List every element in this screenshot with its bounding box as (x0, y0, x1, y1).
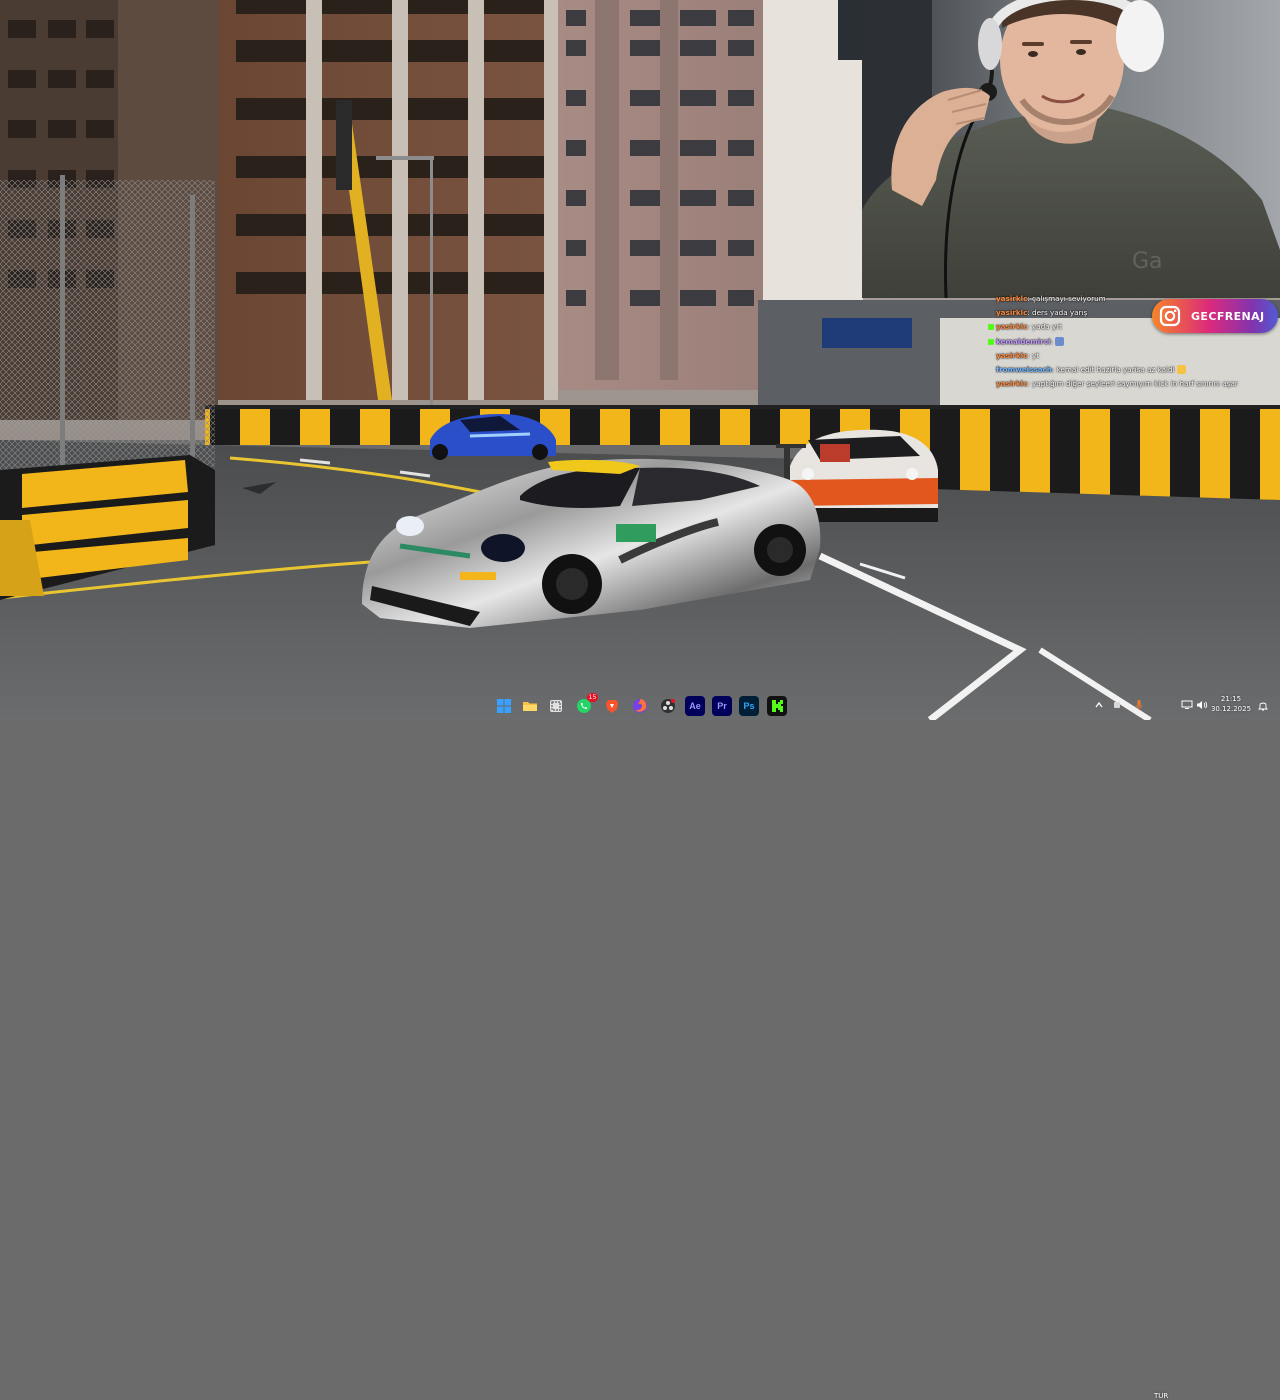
tray-app-icon[interactable] (1110, 698, 1124, 712)
photoshop-button[interactable]: Ps (739, 696, 759, 716)
desktop: Ga yasirklc: çalışmayı seviyorum yasirklc… (0, 0, 1280, 1400)
volume-icon[interactable] (1195, 698, 1209, 712)
chat-message: fromweissach: kemal edit hazirla yarisa … (988, 363, 1258, 377)
chat-message: kemaldemirci: (988, 335, 1258, 349)
obs-icon (661, 699, 675, 713)
instagram-handle-text: GECFRENAJ (1191, 309, 1265, 323)
clock-date: 30.12.2025 (1210, 705, 1252, 713)
chat-username: fromweissach (996, 364, 1052, 374)
chat-message: yasirklc: yt (988, 349, 1258, 363)
network-icon[interactable] (1180, 698, 1194, 712)
chat-username: kemaldemirci (996, 336, 1051, 346)
folder-icon (523, 702, 537, 711)
instagram-icon (1157, 303, 1183, 329)
pr-icon: Pr (717, 701, 727, 711)
chat-username: yasirklc (996, 379, 1028, 389)
chat-text: : kemal edit hazirla yarisa az kaldi (1051, 364, 1175, 374)
smile-emote-icon (1176, 364, 1186, 374)
whatsapp-unread-badge: 15 (587, 693, 598, 702)
firefox-button[interactable] (630, 696, 650, 716)
premiere-button[interactable]: Pr (712, 696, 732, 716)
chat-username: yasirklc (996, 322, 1028, 332)
taskbar-clock[interactable]: 21:15 30.12.2025 (1208, 694, 1254, 714)
clock-time: 21:15 (1220, 695, 1242, 703)
chat-text: : yada yrt (1027, 322, 1062, 332)
ps-icon: Ps (743, 701, 755, 711)
taskbar: 15 Ae Pr Ps TUR (0, 692, 1280, 1400)
chat-badge-icon (988, 324, 994, 331)
instagram-handle-badge: GECFRENAJ (1152, 299, 1278, 333)
chat-text: : (1050, 336, 1053, 346)
ae-icon: Ae (689, 701, 701, 711)
file-explorer-button[interactable] (520, 696, 540, 716)
input-language-indicator[interactable]: TUR (1154, 1392, 1168, 1400)
notification-bell-icon[interactable] (1256, 698, 1270, 712)
streamer-webcam-image: Ga (862, 0, 1280, 298)
start-button[interactable] (494, 696, 514, 716)
chat-username: yasirklc (996, 350, 1028, 360)
snipping-tool-button[interactable] (546, 696, 566, 716)
windows-icon (497, 699, 511, 713)
obs-button[interactable] (658, 696, 678, 716)
frame-emote-icon (1054, 336, 1064, 346)
firefox-icon (633, 699, 647, 713)
whatsapp-button[interactable]: 15 (574, 693, 598, 716)
chat-text: : yt (1027, 350, 1040, 360)
after-effects-button[interactable]: Ae (685, 696, 705, 716)
brave-icon (606, 700, 618, 713)
kick-icon (772, 700, 783, 712)
chat-text: : çalışmayı seviyorum (1027, 294, 1106, 303)
tray-overflow-chevron-icon[interactable] (1092, 698, 1106, 712)
chat-badge-icon (988, 338, 994, 345)
chat-username: yasirklc (996, 308, 1028, 318)
webcam-overlay: Ga (862, 0, 1280, 298)
chat-text: : yaptığım diğer şeyleeri saymıyım kick … (1027, 379, 1238, 389)
snip-icon (550, 700, 562, 712)
microphone-icon[interactable] (1132, 698, 1146, 712)
chat-message: yasirklc: yaptığım diğer şeyleeri saymıy… (988, 377, 1258, 391)
chat-text: : ders yada yarış (1027, 308, 1088, 318)
brave-button[interactable] (602, 696, 622, 716)
kick-button[interactable] (767, 696, 787, 716)
chat-username: yasirklc (996, 294, 1028, 303)
svg-text:Ga: Ga (1132, 249, 1163, 274)
